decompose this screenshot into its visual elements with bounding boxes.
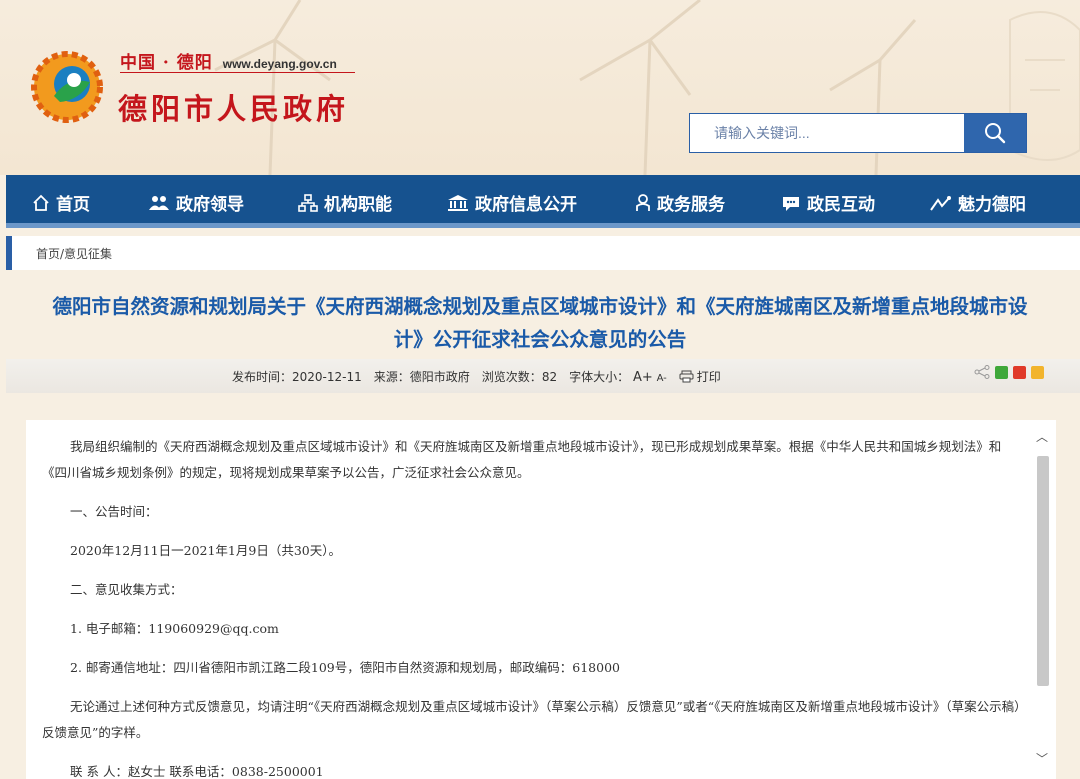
government-building-icon — [448, 194, 468, 211]
article-paragraph: 联 系 人：赵女士 联系电话：0838-2500001 — [70, 764, 324, 779]
share-bar — [974, 365, 1044, 379]
title-line-1: 德阳市自然资源和规划局关于《天府西湖概念规划及重点区域城市设计》和《天府旌城南区… — [52, 295, 1028, 318]
article-meta-bar: 发布时间：2020-12-11 来源：德阳市政府 浏览次数：82 字体大小： A… — [6, 359, 1080, 393]
nav-label: 政府领导 — [176, 195, 244, 215]
nav-label: 魅力德阳 — [958, 195, 1026, 215]
publish-date: 发布时间：2020-12-11 — [232, 370, 362, 384]
nav-label: 机构职能 — [324, 195, 392, 215]
printer-icon — [679, 370, 694, 383]
article-paragraph: 我局组织编制的《天府西湖概念规划及重点区域城市设计》和《天府旌城南区及新增重点地… — [42, 439, 1002, 480]
nav-label: 政府信息公开 — [475, 195, 577, 215]
scroll-up-icon[interactable]: ︿ — [1036, 428, 1048, 445]
search-bar — [689, 113, 1027, 153]
font-increase-button[interactable]: A+ — [633, 370, 653, 385]
brand-cn: 中国 · 德阳 — [120, 53, 213, 73]
breadcrumb-text[interactable]: 首页/意见征集 — [36, 245, 112, 262]
share-icon[interactable] — [974, 365, 990, 379]
article-body: 我局组织编制的《天府西湖概念规划及重点区域城市设计》和《天府旌城南区及新增重点地… — [26, 420, 1056, 779]
person-icon — [636, 193, 650, 211]
print-button[interactable]: 打印 — [679, 368, 721, 385]
nav-item-home[interactable]: 首页 — [32, 190, 90, 215]
brand-divider — [120, 72, 355, 73]
article-paragraph: 1. 电子邮箱：119060929@qq.com — [70, 621, 279, 636]
sparkle-icon — [930, 195, 951, 211]
article-paragraph: 2020年12月11日一2021年1月9日（共30天）。 — [70, 543, 341, 558]
source: 来源：德阳市政府 — [373, 370, 470, 384]
view-count: 浏览次数：82 — [481, 370, 558, 384]
search-icon — [985, 123, 1006, 144]
search-input[interactable] — [690, 114, 964, 152]
nav-item-interaction[interactable]: 政民互动 — [781, 190, 875, 215]
brand-header: 中国 · 德阳 www.deyang.gov.cn — [120, 48, 337, 73]
title-line-2: 计》公开征求社会公众意见的公告 — [393, 328, 687, 351]
home-icon — [33, 194, 49, 211]
weibo-icon[interactable] — [1013, 365, 1026, 379]
section-heading: 二、意见收集方式： — [70, 582, 183, 597]
nav-label: 首页 — [56, 195, 90, 215]
font-size-control: 字体大小： A+ A- — [569, 370, 667, 385]
nav-item-org[interactable]: 机构职能 — [298, 190, 392, 215]
org-chart-icon — [298, 193, 318, 212]
nav-item-leaders[interactable]: 政府领导 — [148, 190, 244, 215]
nav-label: 政务服务 — [657, 195, 725, 215]
header-background: 中国 · 德阳 www.deyang.gov.cn 德阳市人民政府 — [0, 0, 1080, 175]
page-title: 德阳市自然资源和规划局关于《天府西湖概念规划及重点区域城市设计》和《天府旌城南区… — [0, 290, 1080, 356]
nav-item-services[interactable]: 政务服务 — [635, 190, 725, 215]
content-scrollbar[interactable]: ︿ ﹀ — [1033, 428, 1051, 779]
nav-label: 政民互动 — [807, 195, 875, 215]
font-decrease-button[interactable]: A- — [657, 373, 667, 384]
article-paragraph: 无论通过上述何种方式反馈意见，均请注明“《天府西湖概念规划及重点区域城市设计》（… — [42, 699, 1021, 740]
article-paragraph: 2. 邮寄通信地址：四川省德阳市凯江路二段109号，德阳市自然资源和规划局，邮政… — [70, 660, 620, 675]
scroll-down-icon[interactable]: ﹀ — [1036, 750, 1048, 767]
main-nav: 首页 政府领导 机构职能 政府信息公开 政务服务 政民互动 魅力德阳 — [6, 175, 1080, 228]
city-emblem-icon[interactable] — [30, 50, 104, 124]
brand-url[interactable]: www.deyang.gov.cn — [223, 57, 337, 71]
wechat-icon[interactable] — [995, 365, 1008, 379]
nav-item-charm[interactable]: 魅力德阳 — [930, 190, 1026, 215]
section-heading: 一、公告时间： — [70, 504, 158, 519]
site-name[interactable]: 德阳市人民政府 — [118, 86, 349, 128]
leaders-icon — [149, 195, 169, 210]
search-button[interactable] — [964, 114, 1026, 152]
qzone-icon[interactable] — [1031, 365, 1044, 379]
scrollbar-thumb[interactable] — [1037, 456, 1049, 686]
nav-item-info-disclosure[interactable]: 政府信息公开 — [447, 190, 577, 215]
breadcrumb: 首页/意见征集 — [6, 236, 1080, 270]
chat-icon — [783, 196, 799, 211]
